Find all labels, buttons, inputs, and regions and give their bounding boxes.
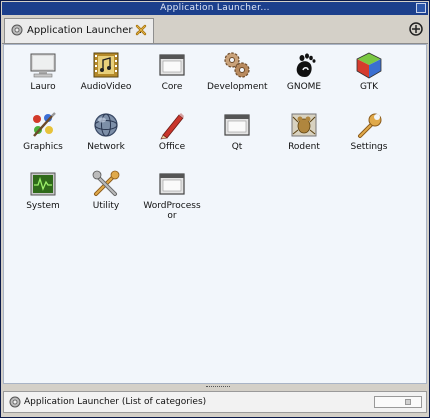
resize-handle[interactable]: [206, 386, 230, 389]
title-bar[interactable]: Application Launcher...: [2, 2, 428, 15]
category-label: WordProcessor: [143, 201, 201, 221]
category-label: Network: [87, 142, 125, 152]
window-title: Application Launcher...: [160, 3, 270, 13]
category-label: GNOME: [286, 82, 322, 92]
category-qt[interactable]: Qt: [207, 110, 267, 152]
category-wordprocessor[interactable]: WordProcessor: [142, 169, 202, 221]
category-gnome[interactable]: GNOME: [274, 50, 334, 92]
tab-bar: Application Launcher ...: [2, 16, 428, 44]
category-label: Office: [158, 142, 186, 152]
category-settings[interactable]: Settings: [339, 110, 399, 152]
category-label: AudioVideo: [80, 82, 132, 92]
gtk-cube-icon: [356, 52, 382, 79]
category-label: Development: [207, 82, 268, 92]
status-bar: Application Launcher (List of categories…: [3, 391, 427, 413]
window-icon: [159, 54, 185, 76]
application-window: Application Launcher... Application Laun…: [0, 0, 430, 418]
status-progress[interactable]: [374, 396, 422, 408]
category-office[interactable]: Office: [142, 110, 202, 152]
globe-icon: [94, 113, 118, 137]
window-icon: [224, 114, 250, 136]
category-rodent[interactable]: Rodent: [274, 110, 334, 152]
category-network[interactable]: Network: [76, 110, 136, 152]
progress-marker: [405, 399, 411, 405]
category-core[interactable]: Core: [142, 50, 202, 92]
category-graphics[interactable]: Graphics: [13, 110, 73, 152]
category-label: GTK: [359, 82, 379, 92]
wrench-icon: [358, 113, 382, 138]
category-development[interactable]: Development: [207, 50, 268, 92]
gears-icon: [224, 52, 250, 78]
tab-label: Application Launcher ...: [27, 25, 146, 36]
category-system[interactable]: System: [13, 169, 73, 211]
category-label: Lauro: [30, 82, 56, 92]
status-text: Application Launcher (List of categories…: [24, 397, 207, 407]
window-icon: [159, 173, 185, 195]
category-label: Graphics: [23, 142, 63, 152]
category-audiovideo[interactable]: AudioVideo: [76, 50, 136, 92]
new-tab-icon[interactable]: [408, 21, 424, 37]
system-monitor-icon: [30, 172, 56, 196]
gear-icon: [11, 24, 23, 36]
category-gtk[interactable]: GTK: [339, 50, 399, 92]
category-utility[interactable]: Utility: [76, 169, 136, 211]
category-lauro[interactable]: Lauro: [13, 50, 73, 92]
icon-view[interactable]: Lauro AudioVideo Core Development GNOME …: [3, 44, 427, 384]
category-label: Core: [161, 82, 183, 92]
pencil-icon: [160, 113, 184, 140]
gear-icon: [9, 396, 21, 408]
category-label: Rodent: [288, 142, 320, 152]
category-label: System: [26, 201, 60, 211]
category-label: Settings: [350, 142, 388, 152]
monitor-icon: [30, 53, 56, 78]
window-close-button[interactable]: [416, 3, 426, 13]
rodent-icon: [291, 113, 317, 137]
close-tab-icon[interactable]: [135, 24, 147, 36]
tools-icon: [92, 170, 120, 196]
category-label: Qt: [231, 142, 243, 152]
film-music-icon: [93, 52, 119, 78]
category-label: Utility: [92, 201, 120, 211]
tab-application-launcher[interactable]: Application Launcher ...: [4, 18, 154, 43]
gnome-foot-icon: [296, 53, 316, 77]
paint-brush-icon: [33, 112, 56, 137]
